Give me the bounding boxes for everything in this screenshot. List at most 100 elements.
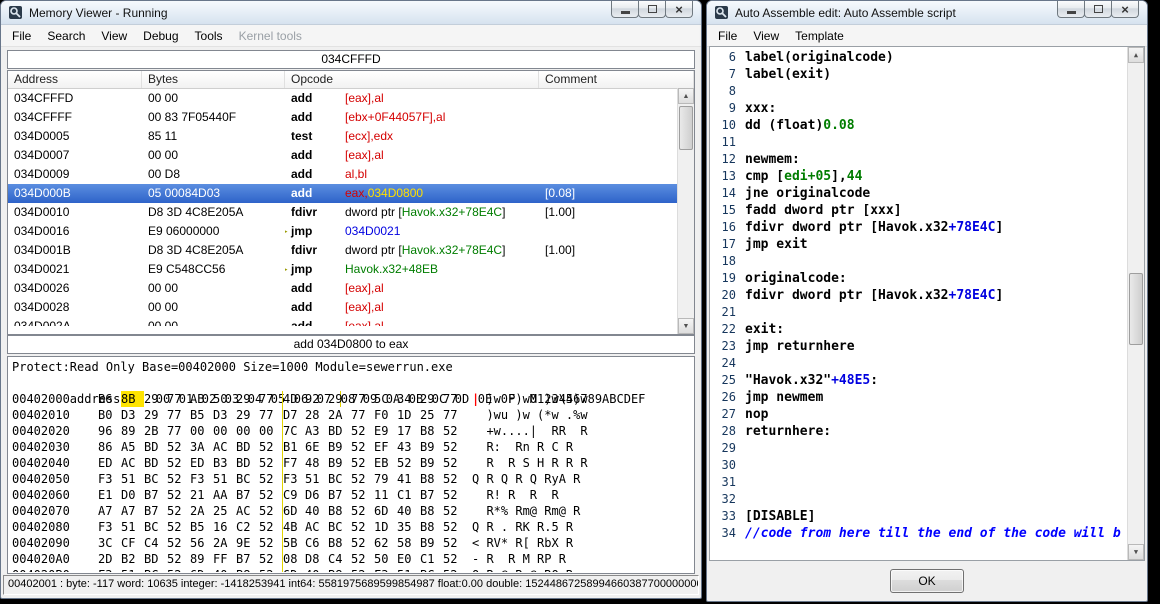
hex-byte[interactable]: 4D [282, 391, 305, 407]
hex-byte[interactable]: 51 [397, 567, 420, 572]
script-editor[interactable]: 6label(originalcode)7label(exit)89xxx:10… [709, 46, 1145, 561]
hex-byte[interactable]: 43 [397, 439, 420, 455]
menu-search[interactable]: Search [39, 27, 93, 45]
hex-byte[interactable]: 16 [213, 519, 236, 535]
hex-byte[interactable]: 6D [190, 567, 213, 572]
hex-byte[interactable]: 89 [190, 551, 213, 567]
hex-byte[interactable]: B8 [328, 503, 351, 519]
scroll-thumb[interactable] [679, 106, 693, 150]
hex-byte[interactable]: 34 [397, 391, 420, 407]
hex-byte[interactable]: 52 [259, 551, 282, 567]
hex-byte[interactable]: 25 [420, 407, 443, 423]
menu-template[interactable]: Template [787, 27, 852, 45]
hex-byte[interactable]: 77 [259, 391, 282, 407]
hex-byte[interactable]: E9 [374, 423, 397, 439]
scroll-up-icon[interactable]: ▲ [1128, 47, 1144, 63]
hex-byte[interactable]: F3 [98, 471, 121, 487]
hex-byte[interactable]: B6 [98, 391, 121, 407]
hex-byte[interactable]: 52 [259, 487, 282, 503]
hex-byte[interactable]: 17 [397, 423, 420, 439]
memory-viewer-titlebar[interactable]: Memory Viewer - Running × [1, 1, 701, 25]
hex-byte[interactable]: 77 [167, 407, 190, 423]
hex-byte[interactable]: 2A [213, 535, 236, 551]
hex-byte[interactable]: A5 [121, 439, 144, 455]
disasm-row[interactable]: 034D002A00 00add[eax],al [8, 317, 694, 326]
hex-byte[interactable]: B2 [121, 551, 144, 567]
hex-byte[interactable]: D6 [305, 487, 328, 503]
hex-byte[interactable]: B9 [420, 439, 443, 455]
hex-byte[interactable]: 52 [443, 487, 466, 503]
ok-button[interactable]: OK [890, 569, 964, 593]
hex-byte[interactable]: B8 [328, 535, 351, 551]
address-bar[interactable]: 034CFFFD [7, 50, 695, 69]
hex-byte[interactable]: 77 [259, 407, 282, 423]
hex-byte[interactable]: BD [144, 551, 167, 567]
hex-byte[interactable]: 40 [397, 503, 420, 519]
hex-byte[interactable]: 52 [351, 535, 374, 551]
hex-byte[interactable]: AC [236, 503, 259, 519]
hex-byte[interactable]: 6E [305, 439, 328, 455]
disasm-row[interactable]: 034D000B05 00084D03addeax,034D0800[0.08] [8, 184, 694, 203]
hex-byte[interactable]: 6D [282, 503, 305, 519]
hex-byte[interactable]: 9E [236, 535, 259, 551]
hex-byte[interactable]: 52 [351, 519, 374, 535]
hex-byte[interactable]: 1D [374, 519, 397, 535]
hex-byte[interactable]: C4 [328, 551, 351, 567]
hex-byte[interactable]: B8 [420, 503, 443, 519]
hex-byte[interactable]: AC [213, 439, 236, 455]
hex-byte[interactable]: 52 [167, 519, 190, 535]
hex-byte[interactable]: B5 [190, 519, 213, 535]
hex-byte[interactable]: FF [213, 551, 236, 567]
hex-byte[interactable]: B8 [420, 471, 443, 487]
hex-byte[interactable]: 52 [167, 455, 190, 471]
hex-byte[interactable]: BD [144, 439, 167, 455]
hex-byte[interactable]: BC [144, 519, 167, 535]
hex-byte[interactable]: A3 [305, 423, 328, 439]
hex-byte[interactable]: 52 [443, 471, 466, 487]
hex-byte[interactable]: 52 [259, 455, 282, 471]
hex-byte[interactable]: 50 [213, 391, 236, 407]
hex-byte[interactable]: EB [374, 455, 397, 471]
disasm-row[interactable]: 034D000585 11test[ecx],edx [8, 127, 694, 146]
hex-byte[interactable]: 52 [443, 535, 466, 551]
minimize-button[interactable] [611, 1, 639, 18]
hex-byte[interactable]: 29 [328, 391, 351, 407]
hex-byte[interactable]: B9 [420, 535, 443, 551]
hex-byte[interactable]: E0 [397, 551, 420, 567]
hex-byte[interactable]: AC [121, 455, 144, 471]
hex-byte[interactable]: 3C [98, 535, 121, 551]
hex-byte[interactable]: 77 [443, 407, 466, 423]
hex-byte[interactable]: 77 [443, 391, 466, 407]
hex-byte[interactable]: 52 [351, 455, 374, 471]
hex-byte[interactable]: 51 [121, 471, 144, 487]
hex-byte[interactable]: 52 [167, 551, 190, 567]
hex-byte[interactable]: BD [236, 439, 259, 455]
disasm-row[interactable]: 034CFFFF00 83 7F05440Fadd[ebx+0F44057F],… [8, 108, 694, 127]
auto-assemble-titlebar[interactable]: Auto Assemble edit: Auto Assemble script… [707, 1, 1147, 25]
hex-byte[interactable]: 52 [351, 423, 374, 439]
menu-tools[interactable]: Tools [187, 27, 231, 45]
maximize-button[interactable] [638, 1, 666, 18]
hex-byte[interactable]: B7 [144, 503, 167, 519]
hex-byte[interactable]: 52 [443, 551, 466, 567]
hex-byte[interactable]: 00 [190, 423, 213, 439]
menu-file[interactable]: File [4, 27, 39, 45]
hex-byte[interactable]: 25 [213, 503, 236, 519]
disasm-row[interactable]: 034D000700 00add[eax],al [8, 146, 694, 165]
hex-byte[interactable]: B7 [236, 551, 259, 567]
menu-view[interactable]: View [745, 27, 787, 45]
hex-byte[interactable]: ED [98, 455, 121, 471]
hex-byte[interactable]: 52 [259, 503, 282, 519]
hex-byte[interactable]: 77 [167, 391, 190, 407]
disasm-row[interactable]: 034CFFFD00 00add[eax],al [8, 89, 694, 108]
hex-byte[interactable]: 52 [167, 567, 190, 572]
hex-byte[interactable]: F3 [374, 567, 397, 572]
hex-byte[interactable]: 29 [144, 391, 167, 407]
hex-byte[interactable]: B7 [328, 487, 351, 503]
hex-byte[interactable]: 6D [374, 503, 397, 519]
hex-byte[interactable]: 40 [305, 503, 328, 519]
hex-byte[interactable]: 52 [397, 455, 420, 471]
hex-byte[interactable]: 52 [259, 567, 282, 572]
hex-byte[interactable]: 51 [121, 567, 144, 572]
close-button[interactable]: × [1111, 1, 1139, 18]
